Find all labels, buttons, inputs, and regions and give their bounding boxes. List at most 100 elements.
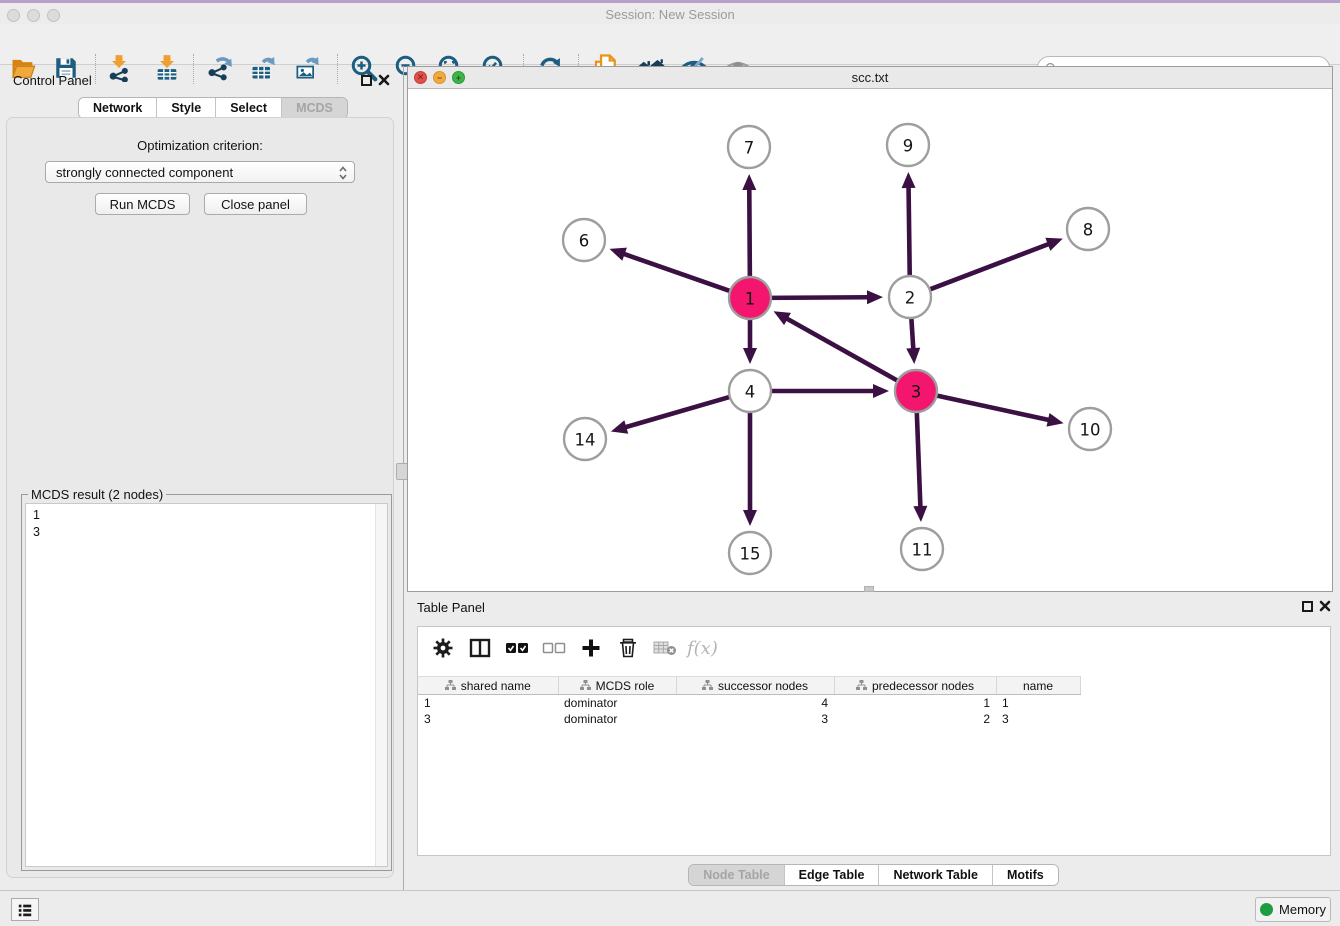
column-header-name[interactable]: name xyxy=(996,677,1080,695)
graph-edge-arrowhead xyxy=(913,506,927,522)
dropdown-arrows-icon xyxy=(338,164,348,185)
result-scrollbar[interactable] xyxy=(375,504,387,866)
graph-node-4[interactable]: 4 xyxy=(729,370,771,412)
attribute-type-icon xyxy=(856,680,867,691)
graph-edge-arrowhead xyxy=(609,248,626,261)
optimization-criterion-label: Optimization criterion: xyxy=(7,138,393,153)
svg-text:7: 7 xyxy=(744,139,755,158)
application-window: { "window": { "title": "Session: New Ses… xyxy=(0,0,1340,926)
tab-style[interactable]: Style xyxy=(156,98,215,118)
graph-node-15[interactable]: 15 xyxy=(729,532,771,574)
tab-mcds[interactable]: MCDS xyxy=(281,98,347,118)
tab-network-table[interactable]: Network Table xyxy=(878,865,992,885)
svg-text:11: 11 xyxy=(912,541,933,560)
graph-node-10[interactable]: 10 xyxy=(1069,408,1111,450)
float-panel-icon[interactable] xyxy=(361,75,372,86)
graph-node-3[interactable]: 3 xyxy=(895,370,937,412)
memory-label: Memory xyxy=(1279,902,1326,917)
table-close-icon[interactable] xyxy=(1318,599,1332,613)
close-panel-icon[interactable] xyxy=(377,73,391,87)
column-header-successor-nodes[interactable]: successor nodes xyxy=(676,677,834,695)
delete-column-icon[interactable] xyxy=(613,635,643,661)
add-column-icon[interactable] xyxy=(576,635,606,661)
network-titlebar[interactable]: ✕ − + scc.txt xyxy=(408,67,1332,89)
main-toolbar xyxy=(0,24,1340,65)
graph-node-6[interactable]: 6 xyxy=(563,219,605,261)
graph-edge-arrowhead xyxy=(742,174,756,190)
tab-network[interactable]: Network xyxy=(79,98,156,118)
tab-node-table[interactable]: Node Table xyxy=(689,865,783,885)
tab-edge-table[interactable]: Edge Table xyxy=(784,865,879,885)
graph-node-1[interactable]: 1 xyxy=(729,277,771,319)
graph-edge-arrowhead xyxy=(743,348,757,364)
delete-table-icon[interactable] xyxy=(650,635,680,661)
table-row[interactable]: 1 dominator 4 1 1 xyxy=(418,695,1080,711)
criterion-dropdown[interactable]: strongly connected component xyxy=(45,161,355,183)
graph-edge[interactable] xyxy=(909,187,910,279)
graph-edge[interactable] xyxy=(917,409,921,507)
graph-edge[interactable] xyxy=(787,319,901,383)
memory-button[interactable]: Memory xyxy=(1255,897,1331,922)
graph-node-2[interactable]: 2 xyxy=(889,276,931,318)
task-history-button[interactable] xyxy=(11,898,39,921)
deselect-all-icon[interactable] xyxy=(539,635,569,661)
graph-edge[interactable] xyxy=(934,395,1049,420)
table-toolbar: f(x) xyxy=(418,627,1330,669)
attribute-type-icon xyxy=(445,680,456,691)
table-float-icon[interactable] xyxy=(1302,601,1313,612)
table-panel-title: Table Panel xyxy=(417,600,485,615)
node-table-container: f(x) shared name MCDS role successor nod… xyxy=(417,626,1331,856)
criterion-value: strongly connected component xyxy=(56,165,233,180)
svg-text:10: 10 xyxy=(1080,421,1101,440)
attribute-type-icon xyxy=(702,680,713,691)
graph-node-14[interactable]: 14 xyxy=(564,418,606,460)
table-header-row: shared name MCDS role successor nodes pr… xyxy=(418,677,1080,695)
table-row[interactable]: 3 dominator 3 2 3 xyxy=(418,711,1080,727)
attribute-type-icon xyxy=(580,680,591,691)
svg-text:3: 3 xyxy=(911,383,922,402)
graph-edge[interactable] xyxy=(625,396,732,427)
session-title: Session: New Session xyxy=(0,7,1340,22)
graph-edge-arrowhead xyxy=(611,420,628,433)
close-panel-button[interactable]: Close panel xyxy=(204,193,307,215)
graph-node-8[interactable]: 8 xyxy=(1067,208,1109,250)
column-header-mcds-role[interactable]: MCDS role xyxy=(558,677,676,695)
graph-edge-arrowhead xyxy=(867,290,883,304)
graph-edge[interactable] xyxy=(927,244,1049,291)
mcds-result-title: MCDS result (2 nodes) xyxy=(28,487,166,502)
tab-select[interactable]: Select xyxy=(215,98,281,118)
graph-edge-arrowhead xyxy=(873,384,889,398)
tab-motifs[interactable]: Motifs xyxy=(992,865,1058,885)
table-tab-group: Node Table Edge Table Network Table Moti… xyxy=(688,864,1059,886)
graph-edge-arrowhead xyxy=(743,510,757,526)
graph-edge[interactable] xyxy=(749,189,750,280)
control-panel-title: Control Panel xyxy=(13,73,92,88)
function-builder-icon[interactable]: f(x) xyxy=(687,635,718,661)
network-graph[interactable]: 1 2 3 4 6 7 8 9 10 11 14 15 xyxy=(408,89,1331,592)
graph-edge[interactable] xyxy=(768,297,868,298)
status-bar: Memory xyxy=(0,890,1340,926)
memory-status-icon xyxy=(1260,903,1273,916)
graph-edge-arrowhead xyxy=(1046,413,1063,427)
svg-text:4: 4 xyxy=(745,383,756,402)
svg-text:6: 6 xyxy=(579,232,590,251)
graph-node-11[interactable]: 11 xyxy=(901,528,943,570)
graph-node-9[interactable]: 9 xyxy=(887,124,929,166)
column-header-shared-name[interactable]: shared name xyxy=(418,677,558,695)
control-panel-header: Control Panel xyxy=(0,66,400,94)
graph-edge[interactable] xyxy=(624,254,733,292)
node-table: shared name MCDS role successor nodes pr… xyxy=(418,676,1081,727)
graph-edge-arrowhead xyxy=(902,172,916,188)
graph-node-7[interactable]: 7 xyxy=(728,126,770,168)
svg-text:2: 2 xyxy=(905,289,916,308)
svg-text:9: 9 xyxy=(903,137,914,156)
graph-edge[interactable] xyxy=(911,315,913,349)
select-all-icon[interactable] xyxy=(502,635,532,661)
svg-text:8: 8 xyxy=(1083,221,1094,240)
show-columns-icon[interactable] xyxy=(465,635,495,661)
network-canvas[interactable]: 1 2 3 4 6 7 8 9 10 11 14 15 xyxy=(408,89,1332,591)
mcds-result-text[interactable]: 1 3 xyxy=(25,503,388,867)
column-header-predecessor-nodes[interactable]: predecessor nodes xyxy=(834,677,996,695)
table-settings-icon[interactable] xyxy=(428,635,458,661)
run-mcds-button[interactable]: Run MCDS xyxy=(95,193,190,215)
